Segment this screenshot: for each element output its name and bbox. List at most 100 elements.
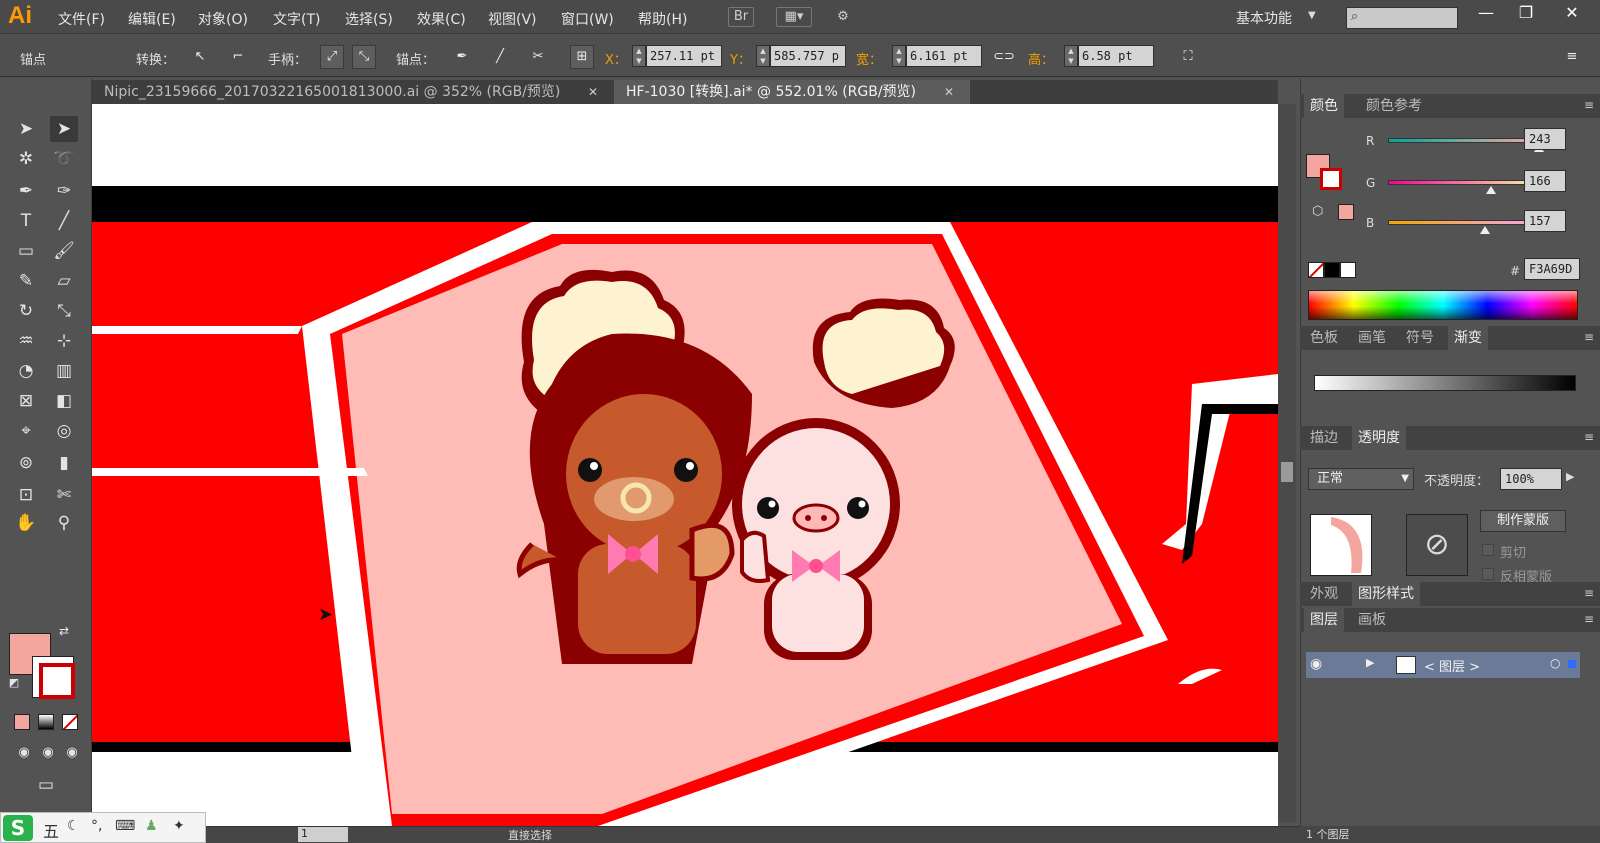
paintbrush-tool-icon[interactable]: 🖌 bbox=[50, 238, 78, 264]
stroke-color-swatch[interactable] bbox=[32, 656, 75, 699]
tab-symbols[interactable]: 符号 bbox=[1400, 326, 1440, 350]
out-of-gamut-icon[interactable]: ⬡ bbox=[1312, 204, 1323, 219]
tab-swatches[interactable]: 色板 bbox=[1304, 326, 1344, 350]
line-tool-icon[interactable]: ╱ bbox=[50, 208, 78, 234]
menu-window[interactable]: 窗口(W) bbox=[561, 9, 614, 29]
panel-menu-icon[interactable]: ≡ bbox=[1584, 586, 1594, 600]
symbol-sprayer-tool-icon[interactable]: ⊚ bbox=[12, 450, 40, 476]
tab-graphic-styles[interactable]: 图形样式 bbox=[1352, 582, 1420, 606]
convert-corner-icon[interactable]: ↖ bbox=[188, 45, 212, 69]
clip-checkbox[interactable] bbox=[1482, 544, 1494, 556]
pencil-tool-icon[interactable]: ✎ bbox=[12, 268, 40, 294]
menu-object[interactable]: 对象(O) bbox=[198, 9, 248, 29]
height-stepper[interactable]: ▲ ▼ bbox=[1064, 45, 1078, 67]
chevron-down-icon[interactable]: ▼ bbox=[1308, 10, 1316, 21]
screen-mode-icon[interactable]: ▭ bbox=[30, 772, 62, 798]
link-proportions-icon[interactable]: ⊂⊃ bbox=[992, 45, 1016, 69]
zoom-tool-icon[interactable]: ⚲ bbox=[50, 510, 78, 536]
b-slider[interactable] bbox=[1388, 220, 1546, 225]
wrench-icon[interactable]: ✦ bbox=[173, 818, 185, 834]
close-icon[interactable]: ✕ bbox=[588, 80, 598, 104]
eyedropper-tool-icon[interactable]: ⌖ bbox=[12, 418, 40, 444]
width-field[interactable]: 6.161 pt bbox=[906, 45, 982, 67]
restore-button[interactable]: ❐ bbox=[1506, 2, 1546, 26]
show-handles-icon[interactable]: ⤢ bbox=[320, 45, 344, 69]
shape-builder-tool-icon[interactable]: ◔ bbox=[12, 358, 40, 384]
height-field[interactable]: 6.58 pt bbox=[1078, 45, 1154, 67]
cut-path-icon[interactable]: ✂ bbox=[526, 45, 550, 69]
control-menu-icon[interactable]: ≡ bbox=[1560, 45, 1584, 69]
layer-name[interactable]: < 图层 > bbox=[1424, 656, 1480, 675]
menu-view[interactable]: 视图(V) bbox=[488, 9, 537, 29]
selection-tool-icon[interactable]: ➤ bbox=[12, 116, 40, 142]
make-mask-button[interactable]: 制作蒙版 bbox=[1480, 510, 1566, 532]
x-field[interactable]: 257.11 pt bbox=[646, 45, 722, 67]
hide-handles-icon[interactable]: ⤡ bbox=[352, 45, 376, 69]
gradient-mode-icon[interactable] bbox=[38, 714, 54, 730]
chevron-right-icon[interactable]: ▶ bbox=[1566, 470, 1574, 483]
target-icon[interactable]: ○ bbox=[1550, 656, 1560, 670]
tab-layers[interactable]: 图层 bbox=[1304, 608, 1344, 632]
menu-select[interactable]: 选择(S) bbox=[345, 9, 393, 29]
g-value-field[interactable]: 166 bbox=[1524, 170, 1566, 192]
page-number-field[interactable]: 1 bbox=[298, 827, 348, 842]
menu-file[interactable]: 文件(F) bbox=[58, 9, 105, 29]
panel-menu-icon[interactable]: ≡ bbox=[1584, 430, 1594, 444]
y-field[interactable]: 585.757 p bbox=[770, 45, 846, 67]
search-input[interactable]: ⌕ bbox=[1346, 7, 1458, 29]
color-mode-icon[interactable] bbox=[14, 714, 30, 730]
x-stepper[interactable]: ▲ ▼ bbox=[632, 45, 646, 67]
menu-help[interactable]: 帮助(H) bbox=[638, 9, 687, 29]
slice-tool-icon[interactable]: ✄ bbox=[50, 482, 78, 508]
blend-mode-dropdown[interactable]: 正常 ▼ bbox=[1308, 468, 1414, 490]
gradient-tool-icon[interactable]: ◧ bbox=[50, 388, 78, 414]
mesh-tool-icon[interactable]: ⊠ bbox=[12, 388, 40, 414]
transform-icon[interactable]: ⛶ bbox=[1176, 45, 1200, 69]
gpu-performance-icon[interactable]: ⚙ bbox=[830, 7, 856, 27]
type-tool-icon[interactable]: T bbox=[12, 208, 40, 234]
panel-menu-icon[interactable]: ≡ bbox=[1584, 612, 1594, 626]
magic-wand-tool-icon[interactable]: ✲ bbox=[12, 146, 40, 172]
hand-tool-icon[interactable]: ✋ bbox=[12, 510, 40, 536]
opacity-field[interactable]: 100% bbox=[1500, 468, 1562, 490]
direct-selection-tool-icon[interactable]: ➤ bbox=[50, 116, 78, 142]
draw-inside-icon[interactable]: ◉ bbox=[58, 740, 86, 766]
tab-color-guide[interactable]: 颜色参考 bbox=[1360, 94, 1428, 118]
bridge-icon[interactable]: Br bbox=[728, 7, 754, 27]
artboard-canvas[interactable] bbox=[92, 104, 1278, 826]
close-icon[interactable]: ✕ bbox=[944, 80, 954, 104]
rectangle-tool-icon[interactable]: ▭ bbox=[12, 238, 40, 264]
ime-toolbar[interactable]: S 五 ☾ °, ⌨ ♟ ✦ bbox=[0, 812, 206, 843]
arrange-documents-icon[interactable]: ▦▾ bbox=[776, 7, 812, 27]
user-icon[interactable]: ♟ bbox=[145, 818, 158, 834]
tab-gradient[interactable]: 渐变 bbox=[1448, 326, 1488, 350]
reference-point-icon[interactable]: ⊞ bbox=[570, 45, 594, 69]
tab-artboards[interactable]: 画板 bbox=[1352, 608, 1392, 632]
layer-row[interactable]: ◉ ▶ < 图层 > ○ bbox=[1306, 652, 1580, 678]
connect-anchor-icon[interactable]: ╱ bbox=[488, 45, 512, 69]
b-value-field[interactable]: 157 bbox=[1524, 210, 1566, 232]
scale-tool-icon[interactable]: ⤡ bbox=[50, 298, 78, 324]
warp-tool-icon[interactable]: ♒ bbox=[12, 328, 40, 354]
ime-mode[interactable]: 五 bbox=[43, 818, 59, 842]
eraser-tool-icon[interactable]: ▱ bbox=[50, 268, 78, 294]
rotate-tool-icon[interactable]: ↻ bbox=[12, 298, 40, 324]
default-colors-icon[interactable]: ◩ bbox=[6, 670, 22, 696]
gradient-preview[interactable] bbox=[1314, 375, 1576, 391]
blend-tool-icon[interactable]: ◎ bbox=[50, 418, 78, 444]
panel-menu-icon[interactable]: ≡ bbox=[1584, 98, 1594, 112]
tab-color[interactable]: 颜色 bbox=[1304, 94, 1344, 118]
minimize-button[interactable]: — bbox=[1466, 2, 1506, 26]
scrollbar-thumb[interactable] bbox=[1281, 462, 1293, 482]
pen-tool-icon[interactable]: ✒ bbox=[12, 178, 40, 204]
r-slider[interactable] bbox=[1388, 138, 1546, 143]
r-value-field[interactable]: 243 bbox=[1524, 128, 1566, 150]
keyboard-icon[interactable]: ⌨ bbox=[115, 818, 135, 834]
selection-indicator[interactable] bbox=[1568, 660, 1576, 668]
convert-smooth-icon[interactable]: ⌐ bbox=[226, 45, 250, 69]
swap-colors-icon[interactable]: ⇄ bbox=[56, 618, 72, 644]
closest-color-swatch[interactable] bbox=[1338, 204, 1354, 220]
moon-icon[interactable]: ☾ bbox=[67, 818, 80, 834]
menu-edit[interactable]: 编辑(E) bbox=[128, 9, 176, 29]
white-swatch[interactable] bbox=[1340, 262, 1356, 278]
